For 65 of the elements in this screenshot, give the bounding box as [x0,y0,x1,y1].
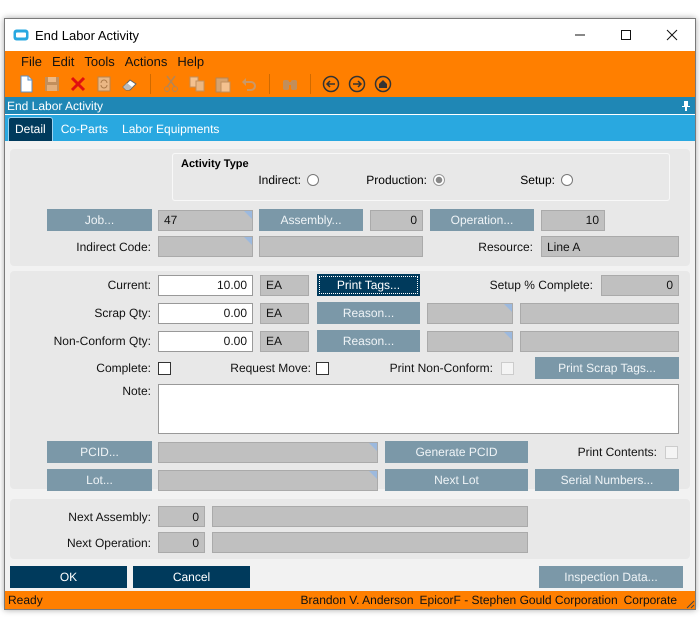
field-label: Note: [121,384,151,398]
tab[interactable]: Detail [8,117,53,141]
radio-button[interactable] [307,174,319,186]
status-text: Ready [8,593,43,607]
cancel-button[interactable]: Cancel [133,566,250,588]
number-field: 0 [158,506,205,527]
assembly-field[interactable]: 0 [370,210,423,230]
back-icon[interactable] [322,75,340,93]
field-label: Current: [106,278,151,292]
maximize-icon[interactable] [620,29,632,41]
indirect-code-field[interactable] [158,236,253,257]
site-name: Corporate [624,593,677,607]
home-icon[interactable] [374,75,392,93]
company-name: EpicorF - Stephen Gould Corporation [420,593,618,607]
menu-item[interactable]: Help [173,54,208,68]
pin-icon[interactable] [682,100,690,110]
user-name: Brandon V. Anderson [300,593,414,607]
reason-code-field[interactable] [427,330,513,352]
checkbox-label: Request Move: [229,361,311,375]
uom-field: EA [260,330,309,352]
forward-icon[interactable] [348,75,366,93]
checkbox-label: Print Contents: [576,445,657,459]
number-field: 0 [158,532,205,553]
quantity-field[interactable]: 0.00 [158,330,253,352]
radio-label: Production: [365,173,427,187]
radio-label: Setup: [519,173,555,187]
resource-field[interactable]: Line A [541,236,679,257]
window-title: End Labor Activity [35,28,140,42]
print-tags-button[interactable]: Print Tags... [317,274,420,296]
checkbox-label: Complete: [95,361,151,375]
group-title: Activity Type [181,158,249,170]
radio-button[interactable] [433,174,445,186]
uom-field: EA [260,302,309,324]
field-label: Next Assembly: [67,510,151,524]
current-field[interactable]: 10.00 [158,274,253,296]
lot-field[interactable] [158,470,378,490]
menu-item[interactable]: Edit [48,54,78,68]
checkbox-label: Print Non-Conform: [388,361,493,375]
operation-field[interactable]: 10 [541,210,605,230]
checkbox[interactable] [158,362,171,374]
uom-field: EA [260,274,309,296]
resize-grip-icon[interactable] [685,599,695,609]
field-label: Indirect Code: [75,240,151,254]
note-field[interactable] [158,384,679,434]
checkbox[interactable] [316,362,329,374]
menu-item[interactable]: Actions [120,54,172,68]
field-label: Scrap Qty: [93,306,151,320]
app-icon [13,29,29,41]
job-field[interactable]: 47 [158,210,253,230]
field-label: Non-Conform Qty: [52,334,151,348]
pcid-field[interactable] [158,442,378,462]
delete-icon[interactable] [69,75,87,93]
radio-label: Indirect: [257,173,301,187]
setup-complete-field: 0 [601,274,679,296]
field-label: Resource: [477,240,533,254]
menu-item[interactable]: File [17,54,46,68]
field-label: Setup % Complete: [488,278,593,292]
reason-code-field[interactable] [427,302,513,324]
menu-item[interactable]: Tools [80,54,119,68]
quantity-field[interactable]: 0.00 [158,302,253,324]
panel-title: End Labor Activity [7,98,104,112]
close-icon[interactable] [666,29,678,41]
field-label: Next Operation: [66,536,151,550]
radio-button[interactable] [561,174,573,186]
ok-button[interactable]: OK [10,566,127,588]
